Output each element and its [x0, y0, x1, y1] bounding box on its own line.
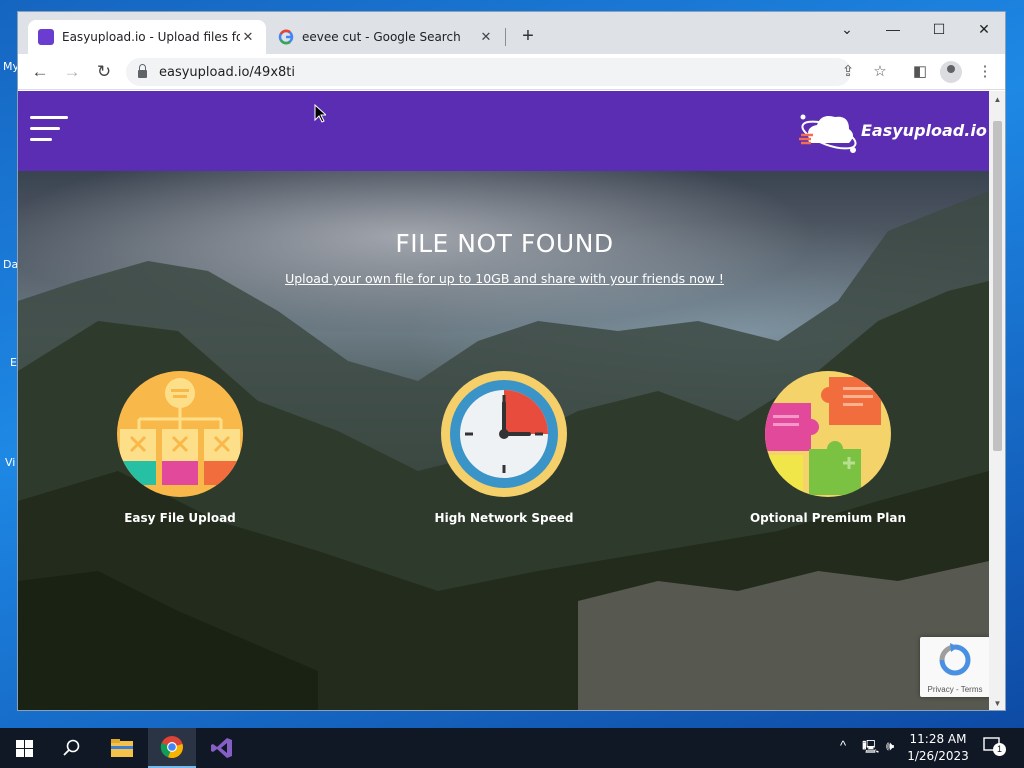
recaptcha-terms-link[interactable]: Privacy - Terms: [920, 685, 989, 694]
search-icon[interactable]: [48, 728, 96, 768]
browser-window: Easyupload.io - Upload files for f ✕ eev…: [17, 11, 1006, 711]
clock-date: 1/26/2023: [907, 749, 969, 763]
scroll-down-arrow-icon[interactable]: ▼: [989, 695, 1005, 710]
google-favicon-icon: [278, 29, 294, 45]
upload-link[interactable]: Upload your own file for up to 10GB and …: [18, 271, 989, 286]
cloud-logo-icon: [799, 114, 857, 153]
taskbar: ^ 🖳 🕪 11:28 AM 1/26/2023 1: [0, 728, 1024, 768]
share-icon[interactable]: ⇪: [835, 59, 861, 85]
hamburger-menu-icon[interactable]: [30, 116, 68, 146]
menu-kebab-icon[interactable]: ⋮: [972, 59, 998, 85]
feature-label: Optional Premium Plan: [749, 511, 907, 525]
url-text[interactable]: easyupload.io/49x8ti: [159, 65, 295, 80]
site-logo[interactable]: Easyupload.io: [795, 105, 987, 161]
notification-count-badge: 1: [993, 743, 1006, 756]
volume-icon[interactable]: 🕪: [886, 738, 894, 754]
page-scrollbar[interactable]: ▲ ▼: [989, 91, 1005, 710]
visual-studio-icon[interactable]: [198, 728, 246, 768]
close-tab-icon[interactable]: ✕: [240, 30, 256, 45]
profile-avatar-icon[interactable]: [940, 61, 962, 83]
reload-icon[interactable]: ↻: [91, 59, 117, 85]
feature-easy-file-upload: Easy File Upload: [70, 371, 290, 525]
scrollbar-thumb[interactable]: [993, 121, 1002, 451]
clock-icon: [441, 371, 567, 497]
maximize-button[interactable]: ☐: [916, 16, 962, 42]
tab-google-search[interactable]: eevee cut - Google Search ✕: [268, 20, 504, 54]
puzzle-icon: [765, 371, 891, 497]
page-title: FILE NOT FOUND: [395, 229, 614, 258]
back-arrow-icon[interactable]: ←: [27, 59, 53, 85]
tab-separator: [505, 28, 506, 46]
recaptcha-badge[interactable]: Privacy - Terms: [920, 637, 989, 697]
new-tab-button[interactable]: +: [516, 24, 540, 48]
network-icon[interactable]: 🖳: [862, 738, 879, 760]
recaptcha-icon: [939, 643, 971, 676]
feature-label: Easy File Upload: [124, 511, 236, 525]
system-clock[interactable]: 11:28 AM 1/26/2023: [903, 731, 973, 765]
minimize-button[interactable]: —: [870, 16, 916, 42]
lock-icon[interactable]: [138, 64, 147, 78]
desktop-icon-label[interactable]: Da: [3, 258, 18, 271]
close-tab-icon[interactable]: ✕: [478, 30, 494, 45]
close-window-button[interactable]: ✕: [961, 16, 1005, 42]
forward-arrow-icon[interactable]: →: [59, 59, 85, 85]
feature-label: High Network Speed: [434, 511, 574, 525]
address-bar[interactable]: easyupload.io/49x8ti: [126, 58, 851, 86]
clock-time: 11:28 AM: [909, 732, 967, 746]
desktop-icon-label[interactable]: E: [10, 356, 17, 369]
desktop-icon-label[interactable]: Vi: [5, 456, 15, 469]
file-hierarchy-icon: [117, 371, 243, 497]
show-hidden-icons-chevron-icon[interactable]: ^: [840, 738, 846, 753]
windows-start-icon[interactable]: [0, 728, 48, 768]
site-header: Easyupload.io: [18, 91, 989, 171]
logo-text: Easyupload.io: [861, 121, 987, 140]
browser-toolbar: ← → ↻ easyupload.io/49x8ti ⇪ ☆ ◧ ⋮: [18, 54, 1005, 90]
tab-easyupload[interactable]: Easyupload.io - Upload files for f ✕: [28, 20, 266, 54]
notification-center-icon[interactable]: 1: [983, 737, 1006, 758]
tab-title: eevee cut - Google Search: [302, 30, 461, 44]
bookmark-star-icon[interactable]: ☆: [867, 59, 893, 85]
chrome-taskbar-icon[interactable]: [148, 728, 196, 768]
tab-strip: Easyupload.io - Upload files for f ✕ eev…: [18, 12, 1005, 54]
tab-search-dropdown-icon[interactable]: ⌄: [824, 16, 870, 42]
feature-high-network-speed: High Network Speed: [394, 371, 614, 525]
tab-title: Easyupload.io - Upload files for f: [62, 30, 240, 44]
scroll-up-arrow-icon[interactable]: ▲: [989, 91, 1005, 108]
feature-optional-premium-plan: Optional Premium Plan: [718, 371, 938, 525]
hero-section: FILE NOT FOUND Upload your own file for …: [18, 171, 989, 710]
file-explorer-icon[interactable]: [98, 728, 146, 768]
mouse-cursor-icon: [314, 104, 326, 123]
easyupload-favicon-icon: [38, 29, 54, 45]
page-content: Easyupload.io FILE NOT FOUND Upload your…: [18, 91, 989, 710]
side-panel-icon[interactable]: ◧: [907, 59, 933, 85]
